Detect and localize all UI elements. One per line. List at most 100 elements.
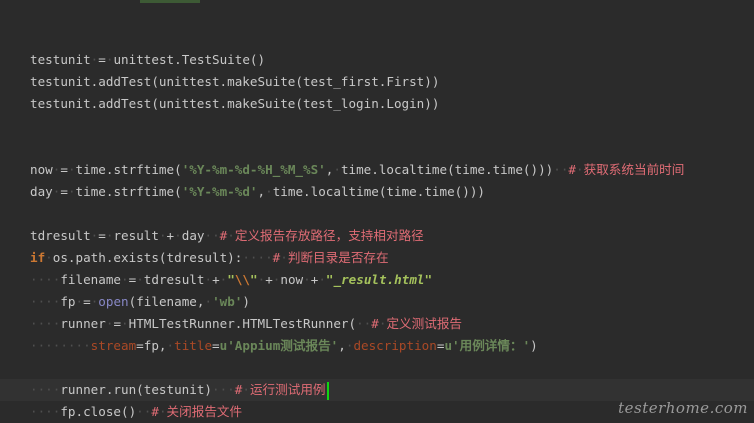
code-token: · [204,272,213,287]
code-line-content: testunit.addTest(unittest.makeSuite(test… [30,93,439,115]
code-token: = [60,184,68,199]
code-line[interactable] [0,203,754,225]
code-token: ·· [204,228,220,243]
code-token: = [212,338,220,353]
code-token: tdresult [143,272,205,287]
code-token: · [265,184,273,199]
code-token: · [333,162,341,177]
code-line[interactable] [0,137,754,159]
code-token: ·· [356,316,372,331]
code-token: 判断目录是否存在 [287,250,389,265]
code-token: ·· [136,404,152,419]
code-token: · [318,272,326,287]
code-token: = [113,316,122,331]
code-line-content: tdresult·=·result·+·day··#·定义报告存放路径，支持相对… [30,225,424,247]
code-token: · [67,184,76,199]
code-line[interactable]: day·=·time.strftime('%Y-%m-%d',·time.loc… [0,181,754,203]
text-caret [326,381,329,400]
code-token: · [303,272,311,287]
code-line-content: day·=·time.strftime('%Y-%m-%d',·time.loc… [30,181,485,203]
code-token: 运行测试用例 [249,382,326,397]
code-token: u'Appium测试报告' [219,338,339,353]
code-token: = [98,52,106,67]
code-token: + [212,272,220,287]
code-token: · [121,272,129,287]
code-line[interactable]: ····runner.run(testunit)···#·运行测试用例 [0,379,754,401]
code-token: · [45,250,53,265]
code-token: , [338,338,346,353]
code-token: ) [242,294,250,309]
code-token: ···· [30,272,61,287]
code-token: open [98,294,129,309]
code-line[interactable] [0,27,754,49]
code-token: ········ [30,338,91,353]
watermark: testerhome.com [618,399,748,417]
code-token: = [98,228,106,243]
code-token: ·· [553,162,569,177]
code-token: · [158,404,167,419]
code-token: result [113,228,159,243]
code-token: ··· [212,382,235,397]
code-token: # [568,162,577,177]
code-token: · [242,382,250,397]
code-line[interactable]: now·=·time.strftime('%Y-%m-%d-%H_%M_%S',… [0,159,754,181]
code-token: ···· [30,404,61,419]
code-token: 关闭报告文件 [166,404,243,419]
code-token: runner [60,316,106,331]
code-token: · [75,294,84,309]
code-line[interactable] [0,115,754,137]
code-line[interactable]: testunit·=·unittest.TestSuite() [0,49,754,71]
code-line-content: ····fp·=·open(filename,·'wb') [30,291,250,313]
code-token: now [280,272,304,287]
code-line[interactable]: ····fp·=·open(filename,·'wb') [0,291,754,313]
code-line-content: testunit.addTest(unittest.makeSuite(test… [30,71,439,93]
code-line[interactable]: tdresult·=·result·+·day··#·定义报告存放路径，支持相对… [0,225,754,247]
code-token: tdresult [30,228,91,243]
code-token: # [151,404,159,419]
code-token: if [30,250,46,265]
code-token: testunit.addTest(unittest.makeSuite(test… [30,96,440,111]
code-token: " [227,272,235,287]
code-token: '%Y-%m-%d-%H_%M_%S' [181,162,326,177]
code-token: 'wb' [212,294,243,309]
code-token: · [204,294,213,309]
code-token: 获取系统当前时间 [583,162,685,177]
code-line-content: testunit·=·unittest.TestSuite() [30,49,265,71]
code-token: · [174,228,182,243]
code-token: os.path.exists(tdresult): [52,250,243,265]
code-line-content: ········stream=fp,·title=u'Appium测试报告',·… [30,335,538,357]
code-line[interactable]: testunit.addTest(unittest.makeSuite(test… [0,71,754,93]
code-token: time.localtime(time.time())) [340,162,554,177]
code-line[interactable]: ····runner·=·HTMLTestRunner.HTMLTestRunn… [0,313,754,335]
code-token: = [83,294,91,309]
code-line[interactable]: if·os.path.exists(tdresult):····#·判断目录是否… [0,247,754,269]
code-line-content: ····filename·=·tdresult·+·"\\"·+·now·+·"… [30,269,432,291]
code-token: · [576,162,584,177]
code-token: title [174,338,213,353]
code-token: (filename, [128,294,205,309]
code-line[interactable] [0,357,754,379]
code-token: day [181,228,205,243]
code-token: ···· [30,316,61,331]
code-line[interactable]: ····filename·=·tdresult·+·"\\"·+·now·+·"… [0,269,754,291]
code-editor[interactable]: testunit·=·unittest.TestSuite() testunit.… [0,0,754,423]
code-token: time.strftime( [75,162,182,177]
code-token: · [166,338,175,353]
code-line[interactable]: testunit.addTest(unittest.makeSuite(test… [0,93,754,115]
code-token: ···· [30,382,61,397]
code-token: 定义测试报告 [386,316,463,331]
code-token: ···· [242,250,273,265]
code-token: now [30,162,53,177]
code-line[interactable]: ········stream=fp,·title=u'Appium测试报告',·… [0,335,754,357]
code-token: fp [60,294,76,309]
code-token: HTMLTestRunner.HTMLTestRunner( [128,316,357,331]
code-token: filename [60,272,122,287]
code-token: testunit [30,52,91,67]
code-token: runner.run(testunit) [60,382,212,397]
code-token: u'用例详情：' [444,338,531,353]
code-token: = [60,162,68,177]
code-token: + [265,272,273,287]
code-line-content: ····runner.run(testunit)···#·运行测试用例 [30,379,329,401]
code-token: , [257,184,266,199]
code-token: fp.close() [60,404,137,419]
